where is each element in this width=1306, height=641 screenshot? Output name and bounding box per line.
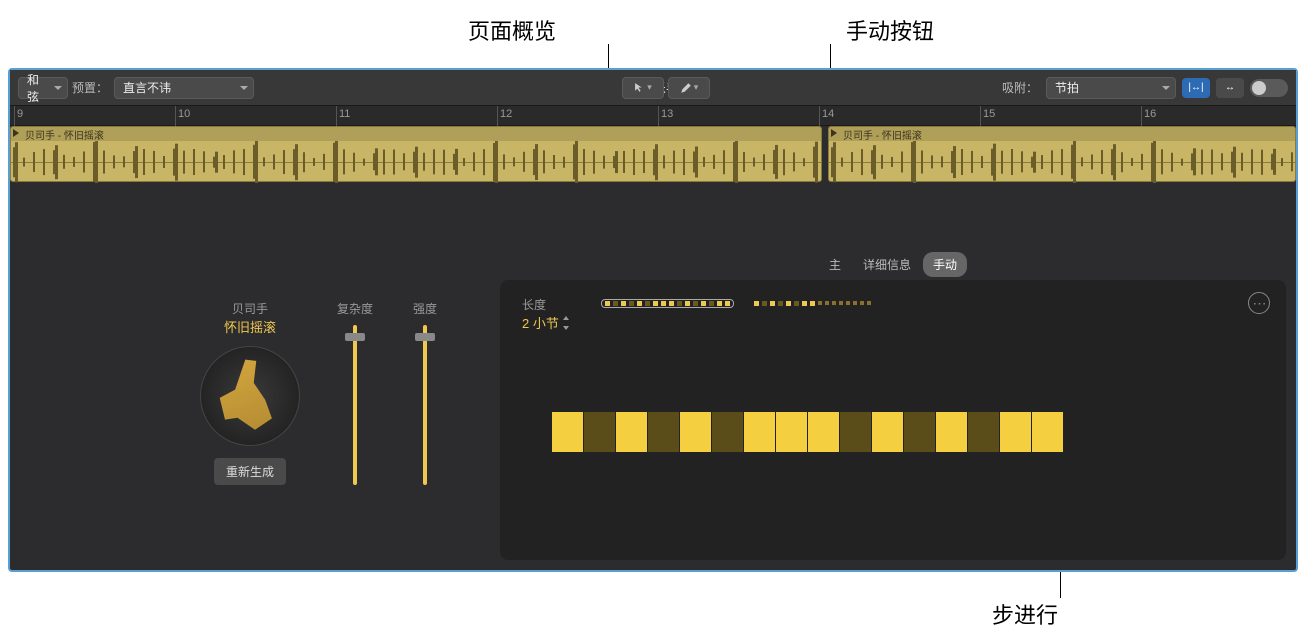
- regenerate-button[interactable]: 重新生成: [214, 458, 286, 485]
- audio-region[interactable]: 贝司手 - 怀旧摇滚: [828, 126, 1296, 182]
- callout-step-label: 步进行: [992, 598, 1058, 630]
- ruler-number: 14: [822, 108, 834, 120]
- step-cell[interactable]: [936, 412, 967, 452]
- ruler-number: 9: [17, 108, 23, 120]
- bass-guitar-icon: [204, 350, 297, 443]
- step-cell[interactable]: [584, 412, 615, 452]
- ruler-number: 10: [178, 108, 190, 120]
- ruler-number: 15: [983, 108, 995, 120]
- app-window: 和弦 预置： 直言不讳 伴奏乐手 ▾ ▾ 吸附： 节拍 |↔| ↔: [8, 68, 1298, 572]
- step-cell[interactable]: [1032, 412, 1063, 452]
- play-icon: [13, 129, 19, 137]
- preset-value: 直言不讳: [123, 79, 171, 96]
- link-icon: ↔: [1225, 82, 1235, 93]
- page-overview: [601, 299, 873, 308]
- overview-page[interactable]: [601, 299, 734, 308]
- editor-pane: 贝司手 怀旧摇滚 重新生成 复杂度 强度 主 详细信息 手动: [190, 280, 1286, 560]
- length-label: 长度: [522, 296, 581, 313]
- step-row: [552, 412, 1264, 452]
- step-cell[interactable]: [1000, 412, 1031, 452]
- step-cell[interactable]: [680, 412, 711, 452]
- overview-page[interactable]: [752, 299, 873, 308]
- complexity-slider[interactable]: [353, 325, 357, 485]
- preset-dropdown[interactable]: 直言不讳: [114, 77, 254, 99]
- step-cell[interactable]: [904, 412, 935, 452]
- more-options-button[interactable]: ⋯: [1248, 292, 1270, 314]
- tab-manual[interactable]: 手动: [923, 252, 967, 277]
- toggle-switch[interactable]: [1250, 79, 1288, 97]
- player-controls: 贝司手 怀旧摇滚 重新生成 复杂度 强度: [190, 280, 490, 560]
- time-ruler[interactable]: 9 10 11 12 13 14 15 16: [10, 106, 1296, 126]
- pencil-tool[interactable]: ▾: [668, 77, 710, 99]
- step-cell[interactable]: [648, 412, 679, 452]
- step-sequencer-panel: 主 详细信息 手动 长度 2 小节 ⋯: [500, 280, 1286, 560]
- step-cell[interactable]: [872, 412, 903, 452]
- waveform: [829, 141, 1295, 183]
- callout-overview-label: 页面概览: [468, 14, 556, 46]
- chord-dropdown[interactable]: 和弦: [18, 77, 68, 99]
- snap-value: 节拍: [1055, 79, 1079, 96]
- instrument-type-label: 贝司手: [232, 300, 268, 317]
- panel-tabs: 主 详细信息 手动: [819, 252, 967, 277]
- step-cell[interactable]: [616, 412, 647, 452]
- audio-region[interactable]: 贝司手 - 怀旧摇滚: [10, 126, 822, 182]
- chord-label: 和弦: [27, 71, 47, 105]
- tab-detail[interactable]: 详细信息: [853, 252, 921, 277]
- snap-dropdown[interactable]: 节拍: [1046, 77, 1176, 99]
- instrument-image[interactable]: [200, 346, 300, 446]
- region-name: 贝司手 - 怀旧摇滚: [843, 127, 922, 142]
- preset-label: 预置：: [72, 79, 108, 96]
- pointer-tool[interactable]: ▾: [622, 77, 664, 99]
- waveform: [11, 141, 821, 183]
- intensity-slider[interactable]: [423, 325, 427, 485]
- step-cell[interactable]: [808, 412, 839, 452]
- snap-toggle-button[interactable]: |↔|: [1182, 78, 1210, 98]
- length-stepper[interactable]: 2 小节: [522, 313, 581, 332]
- intensity-label: 强度: [413, 300, 437, 317]
- tab-main[interactable]: 主: [819, 252, 851, 277]
- snap-label: 吸附：: [1002, 79, 1038, 96]
- track-lane[interactable]: 贝司手 - 怀旧摇滚 贝司手 - 怀旧摇滚: [10, 126, 1296, 184]
- pointer-icon: [634, 82, 645, 93]
- ruler-number: 11: [339, 108, 350, 120]
- play-icon: [831, 129, 837, 137]
- callout-manual-label: 手动按钮: [846, 14, 934, 46]
- link-button[interactable]: ↔: [1216, 78, 1244, 98]
- step-cell[interactable]: [712, 412, 743, 452]
- snap-icon: |↔|: [1188, 82, 1203, 93]
- step-cell[interactable]: [840, 412, 871, 452]
- stepper-arrows-icon: [563, 316, 569, 330]
- step-cell[interactable]: [776, 412, 807, 452]
- editor-toolbar: 和弦 预置： 直言不讳 伴奏乐手 ▾ ▾ 吸附： 节拍 |↔| ↔: [10, 70, 1296, 106]
- length-value: 2 小节: [522, 313, 559, 332]
- ruler-number: 16: [1144, 108, 1156, 120]
- chevron-down-icon: ▾: [694, 82, 699, 93]
- step-cell[interactable]: [552, 412, 583, 452]
- instrument-style-label: 怀旧摇滚: [224, 317, 276, 336]
- step-cell[interactable]: [744, 412, 775, 452]
- ruler-number: 12: [500, 108, 512, 120]
- region-name: 贝司手 - 怀旧摇滚: [25, 127, 104, 142]
- chevron-down-icon: ▾: [647, 82, 652, 93]
- step-cell[interactable]: [968, 412, 999, 452]
- ruler-number: 13: [661, 108, 673, 120]
- pencil-icon: [680, 82, 692, 94]
- ellipsis-icon: ⋯: [1253, 295, 1266, 312]
- complexity-label: 复杂度: [337, 300, 373, 317]
